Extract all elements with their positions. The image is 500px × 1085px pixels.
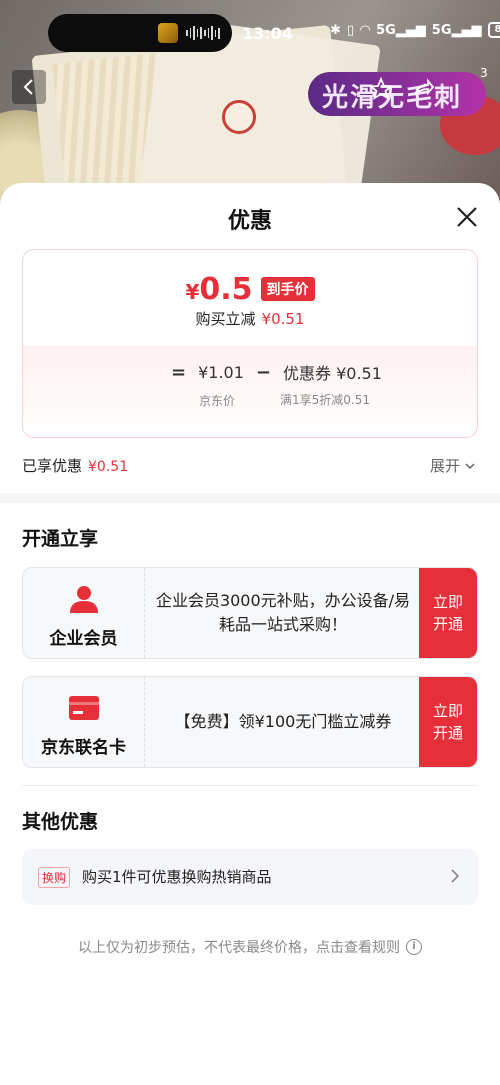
info-icon: i [406,939,422,955]
dynamic-island [48,14,232,52]
chevron-right-icon [451,869,460,883]
thin-divider [22,785,478,786]
enterprise-member-card[interactable]: 企业会员 企业会员3000元补贴，办公设备/易耗品一站式采购！ 立即开通 [22,567,478,659]
close-icon[interactable] [453,203,481,231]
minus-sign: − [255,361,271,383]
enterprise-open-button[interactable]: 立即开通 [419,568,477,658]
chevron-down-icon [465,462,475,469]
wifi-icon: ◠ [360,22,371,38]
favorite-button[interactable] [368,76,394,102]
exchange-offer-row[interactable]: 换购 购买1件可优惠换购热销商品 [22,849,478,905]
expand-label: 展开 [430,457,461,475]
final-price: ¥ 0.5 [185,272,252,307]
final-price-tag: 到手价 [260,277,315,301]
open-section-title: 开通立享 [22,528,99,550]
enjoyed-label: 已享优惠 [22,457,83,475]
coupon-desc: 满1享5折减0.51 [280,393,370,407]
share-button[interactable] [410,76,436,102]
bluetooth-icon: ✱ [330,22,341,38]
exchange-text: 购买1件可优惠换购热销商品 [82,868,272,886]
currency-symbol: ¥ [185,280,200,304]
signal-icon-2: 5G▂▄▆ [431,22,482,38]
signal-label-2: 5G [431,22,452,38]
status-time: 13:04 [242,24,293,43]
price-formula: = ¥1.01 − 优惠券 ¥0.51 [171,360,382,384]
jd-price: ¥1.01 [198,362,244,382]
star-icon [369,77,393,100]
back-button[interactable] [12,70,46,104]
enjoyed-discount: 已享优惠 ¥0.51 [22,455,128,476]
signal-icon-1: 5G▂▄▆ [376,22,426,38]
jd-price-label: 京东价 [199,394,236,408]
credit-card-icon [69,696,99,720]
coupon-value: 优惠券 ¥0.51 [283,364,382,383]
rules-footnote[interactable]: 以上仅为初步预估，不代表最终价格，点击查看规则 i [0,937,500,957]
reduce-label: 购买立减 [195,310,256,328]
status-icons: ✱ ▯ ◠ 5G▂▄▆ 5G▂▄▆ 89 [330,22,500,38]
jd-card-label: 京东联名卡 [41,738,126,758]
equals-sign: = [171,361,187,383]
expand-button[interactable]: 展开 [430,455,476,476]
chevron-left-icon [23,79,33,95]
final-price-value: 0.5 [199,272,253,307]
instant-reduce-row: 购买立减 ¥0.51 [23,308,477,329]
audio-wave-icon [186,26,220,40]
exchange-tag: 换购 [38,867,71,888]
jd-card-card[interactable]: 京东联名卡 【免费】领¥100无门槛立减券 立即开通 [22,676,478,768]
product-tag-banner: 光滑无毛刺 [308,72,486,116]
share-icon [414,78,435,96]
reduce-amount: ¥0.51 [261,310,305,328]
section-divider [0,493,500,503]
jd-card-desc: 【免费】领¥100无门槛立减券 [174,712,392,731]
discount-sheet: 优惠 ¥ 0.5 到手价 购买立减 ¥0.51 = ¥1.01 − 优惠券 ¥0.… [0,183,500,1085]
battery-icon: 89 [487,22,500,38]
cart-count-badge: 3 [480,66,488,80]
other-section-title: 其他优惠 [22,811,99,833]
vibrate-icon: ▯ [346,22,355,38]
signal-label-1: 5G [376,22,396,38]
user-icon [70,586,98,613]
enjoyed-amount: ¥0.51 [88,459,129,475]
enterprise-member-desc: 企业会员3000元补贴，办公设备/易耗品一站式采购！ [155,591,411,634]
enterprise-member-label: 企业会员 [49,629,118,649]
price-breakdown-card: ¥ 0.5 到手价 购买立减 ¥0.51 = ¥1.01 − 优惠券 ¥0.51 … [22,249,478,438]
footnote-text: 以上仅为初步预估，不代表最终价格，点击查看规则 [78,940,400,956]
pack-logo-mark [222,100,256,134]
jd-card-open-button[interactable]: 立即开通 [419,677,477,767]
app-icon [158,23,178,43]
sheet-title: 优惠 [227,209,272,234]
